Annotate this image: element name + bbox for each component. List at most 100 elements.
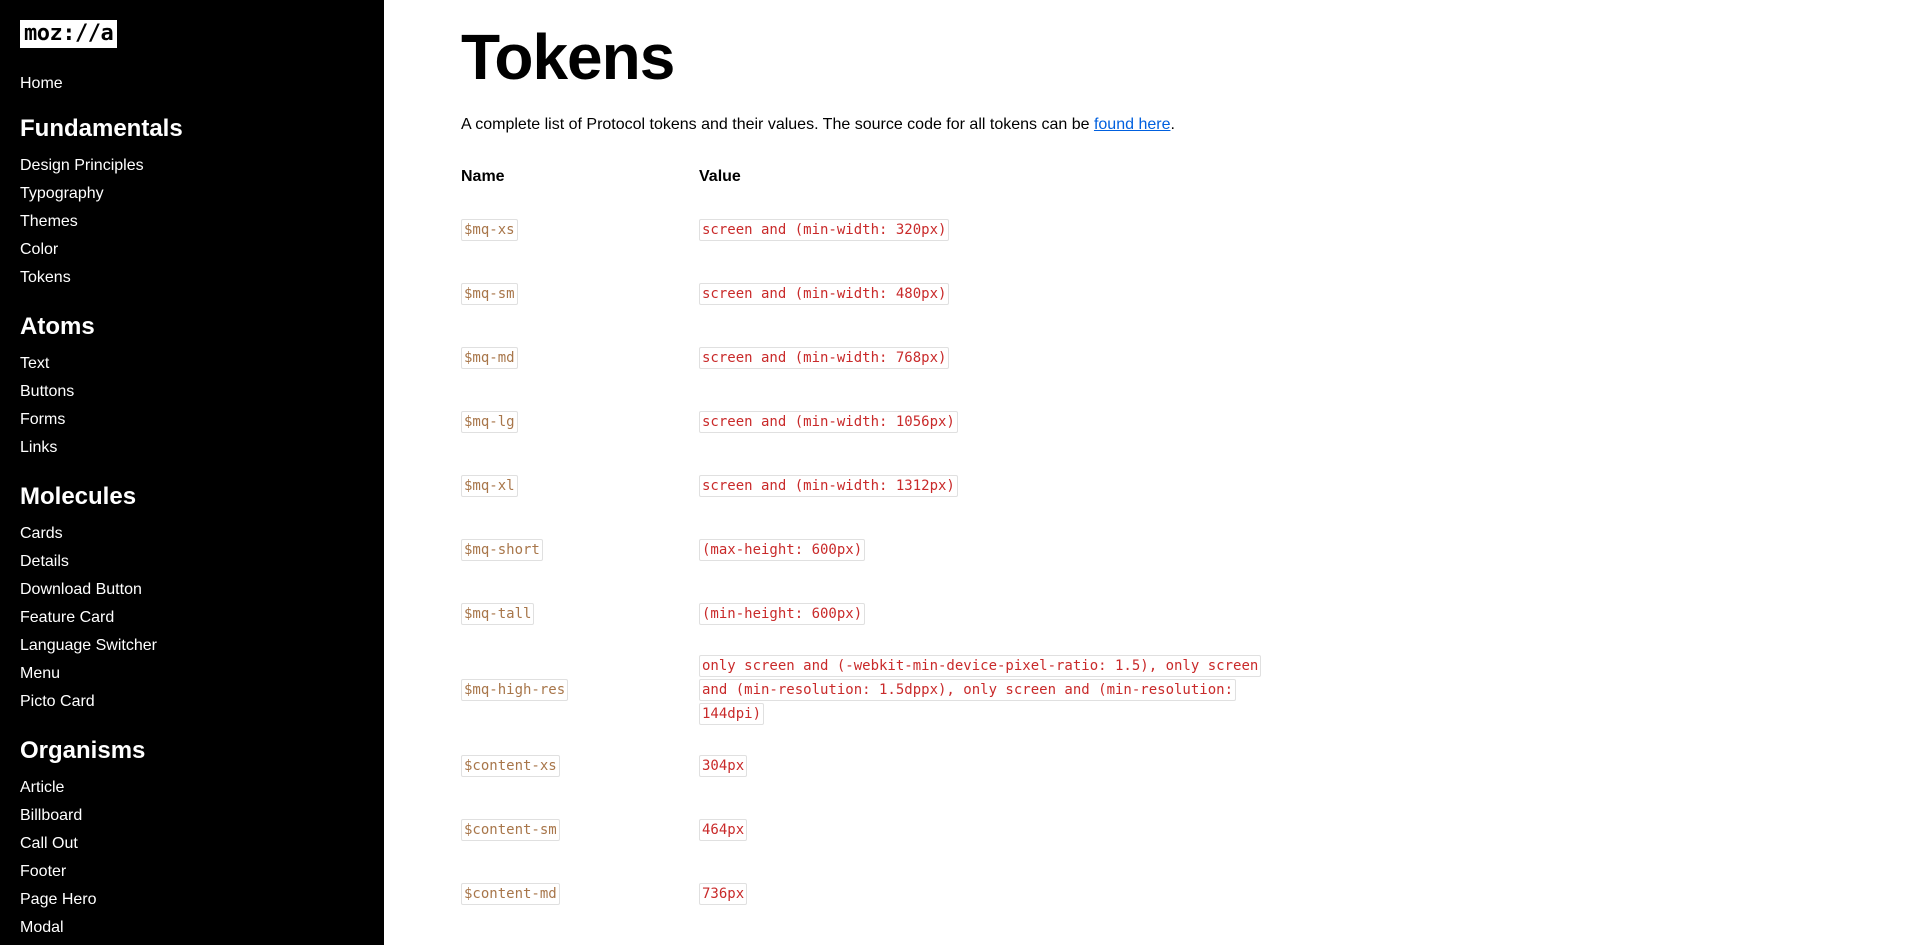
sidebar-item-label[interactable]: Language Switcher	[20, 637, 157, 654]
table-row: $content-xs 304px	[461, 734, 1289, 798]
sidebar-item-label[interactable]: Call Out	[20, 835, 78, 852]
token-name: $content-md	[461, 883, 560, 905]
table-row: $mq-xl screen and (min-width: 1312px)	[461, 454, 1289, 518]
sidebar-section-title: Atoms	[20, 313, 95, 340]
token-value-wrap: (max-height: 600px)	[699, 538, 1289, 562]
sidebar-item-label[interactable]: Feature Card	[20, 609, 114, 626]
sidebar-item[interactable]: Color	[20, 236, 364, 264]
sidebar-item-label[interactable]: Page Hero	[20, 891, 97, 908]
sidebar-item[interactable]: Menu	[20, 660, 364, 688]
table-row: $content-lg992px	[461, 926, 1289, 945]
token-value-wrap: screen and (min-width: 1056px)	[699, 410, 1289, 434]
sidebar-item-label[interactable]: Forms	[20, 411, 65, 428]
sidebar-item[interactable]: Cards	[20, 520, 364, 548]
token-name-cell: $mq-short	[461, 518, 699, 582]
token-name-cell: $mq-high-res	[461, 646, 699, 734]
token-value-wrap: only screen and (-webkit-min-device-pixe…	[699, 654, 1289, 726]
sidebar-item[interactable]: Text	[20, 350, 364, 378]
token-name-cell: $content-lg	[461, 926, 699, 945]
sidebar-item[interactable]: Picto Card	[20, 688, 364, 716]
sidebar-item[interactable]: Tokens	[20, 264, 364, 292]
sidebar-item[interactable]: Feature Card	[20, 604, 364, 632]
sidebar-item[interactable]: Article	[20, 774, 364, 802]
token-value: screen and (min-width: 320px)	[699, 219, 950, 241]
sidebar-item-label[interactable]: Design Principles	[20, 157, 144, 174]
table-row: $mq-short (max-height: 600px)	[461, 518, 1289, 582]
sidebar-item-label[interactable]: Text	[20, 355, 49, 372]
token-name-cell: $content-md	[461, 862, 699, 926]
sidebar-item[interactable]: Buttons	[20, 378, 364, 406]
table-row: $mq-xs screen and (min-width: 320px)	[461, 198, 1289, 262]
sidebar-item[interactable]: Details	[20, 548, 364, 576]
sidebar-item-label[interactable]: Details	[20, 553, 69, 570]
table-row: $content-sm 464px	[461, 798, 1289, 862]
token-name-cell: $mq-tall	[461, 582, 699, 646]
sidebar-item[interactable]: Footer	[20, 858, 364, 886]
sidebar-item-label[interactable]: Cards	[20, 525, 63, 542]
sidebar-section-title: Fundamentals	[20, 115, 183, 142]
sidebar-item[interactable]: Links	[20, 434, 364, 462]
sidebar-item-label[interactable]: Links	[20, 439, 57, 456]
sidebar-item[interactable]: Modal	[20, 914, 364, 942]
sidebar-item-label[interactable]: Picto Card	[20, 693, 95, 710]
table-row: $mq-high-res only screen and (-webkit-min…	[461, 646, 1289, 734]
token-name: $mq-xs	[461, 219, 518, 241]
sidebar-item-label[interactable]: Modal	[20, 919, 64, 936]
sidebar-item[interactable]: Forms	[20, 406, 364, 434]
sidebar-item-label[interactable]: Footer	[20, 863, 66, 880]
token-value-wrap: screen and (min-width: 320px)	[699, 218, 1289, 242]
sidebar-item[interactable]: Typography	[20, 180, 364, 208]
sidebar-item[interactable]: Billboard	[20, 802, 364, 830]
token-value-cell: (max-height: 600px)	[699, 518, 1289, 582]
token-value-cell: 992px	[699, 926, 1289, 945]
intro-paragraph: A complete list of Protocol tokens and t…	[461, 114, 1920, 136]
token-value: (max-height: 600px)	[699, 539, 866, 561]
token-name: $mq-tall	[461, 603, 535, 625]
token-name: $content-xs	[461, 755, 560, 777]
sidebar-item-label[interactable]: Themes	[20, 213, 78, 230]
token-name-cell: $content-xs	[461, 734, 699, 798]
token-value-wrap: screen and (min-width: 1312px)	[699, 474, 1289, 498]
token-value-wrap: screen and (min-width: 480px)	[699, 282, 1289, 306]
token-name-cell: $mq-sm	[461, 262, 699, 326]
sidebar-item[interactable]: Design Principles	[20, 152, 364, 180]
column-header-value: Value	[699, 168, 741, 185]
sidebar-item[interactable]: Call Out	[20, 830, 364, 858]
sidebar-item-label[interactable]: Buttons	[20, 383, 74, 400]
token-value-cell: screen and (min-width: 480px)	[699, 262, 1289, 326]
found-here-link[interactable]: found here	[1094, 116, 1171, 133]
sidebar-item[interactable]: Themes	[20, 208, 364, 236]
sidebar-section-list: Design Principles Typography Themes Color To…	[20, 152, 364, 292]
token-value-cell: screen and (min-width: 320px)	[699, 198, 1289, 262]
token-value-cell: screen and (min-width: 1312px)	[699, 454, 1289, 518]
intro-text: A complete list of Protocol tokens and t…	[461, 116, 1094, 133]
sidebar-item-label[interactable]: Color	[20, 241, 58, 258]
sidebar-item[interactable]: Download Button	[20, 576, 364, 604]
mozilla-logo[interactable]: moz://a	[20, 20, 118, 48]
sidebar: moz://a Home Fundamentals Design Principl…	[0, 0, 384, 945]
sidebar-item-label[interactable]: Menu	[20, 665, 60, 682]
sidebar-item[interactable]: Language Switcher	[20, 632, 364, 660]
sidebar-item-label[interactable]: Download Button	[20, 581, 142, 598]
token-name: $mq-xl	[461, 475, 518, 497]
token-value: screen and (min-width: 768px)	[699, 347, 950, 369]
sidebar-item-label[interactable]: Billboard	[20, 807, 82, 824]
table-header-row: Name Value	[461, 166, 1289, 198]
sidebar-item-label[interactable]: Article	[20, 779, 64, 796]
sidebar-item-label[interactable]: Tokens	[20, 269, 71, 286]
token-value-cell: 304px	[699, 734, 1289, 798]
token-value-cell: 736px	[699, 862, 1289, 926]
table-row: $mq-sm screen and (min-width: 480px)	[461, 262, 1289, 326]
token-value: screen and (min-width: 480px)	[699, 283, 950, 305]
token-value: screen and (min-width: 1312px)	[699, 475, 958, 497]
token-value-wrap: 736px	[699, 882, 1289, 906]
token-name: $mq-high-res	[461, 679, 569, 701]
token-name-cell: $mq-md	[461, 326, 699, 390]
token-value: 736px	[699, 883, 748, 905]
table-row: $content-md 736px	[461, 862, 1289, 926]
sidebar-item-home[interactable]: Home	[20, 74, 364, 94]
sidebar-item[interactable]: Page Hero	[20, 886, 364, 914]
token-value-wrap: 304px	[699, 754, 1289, 778]
sidebar-item-label[interactable]: Typography	[20, 185, 104, 202]
token-name: $mq-short	[461, 539, 543, 561]
